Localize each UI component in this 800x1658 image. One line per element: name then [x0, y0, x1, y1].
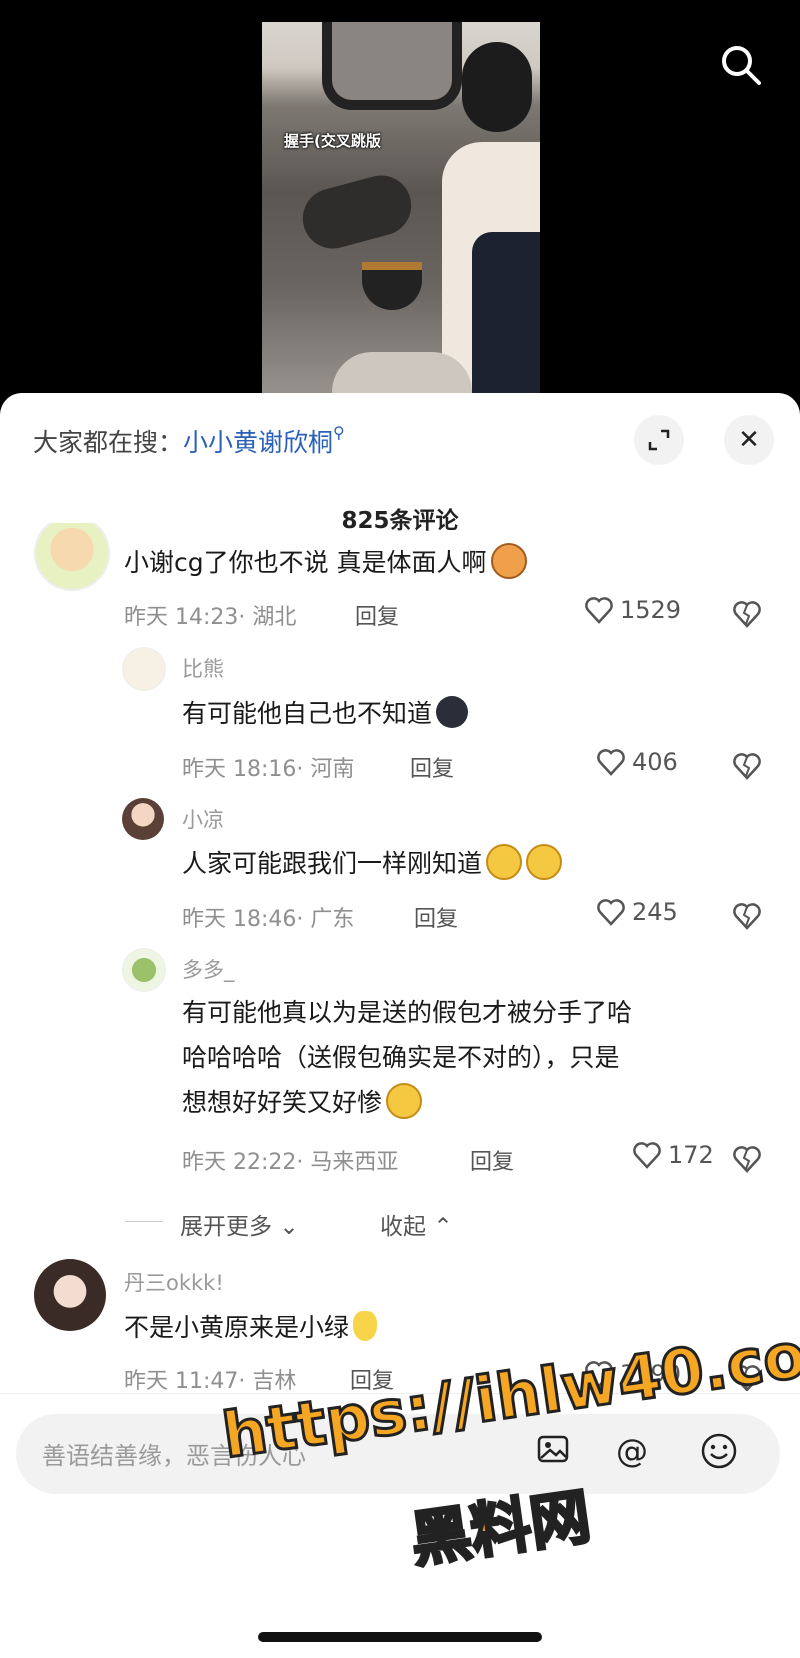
comment-text: 人家可能跟我们一样刚知道 [182, 841, 563, 886]
reply-button[interactable]: 回复 [410, 751, 454, 783]
at-icon: @ [616, 1432, 648, 1470]
close-button[interactable]: ✕ [724, 415, 774, 465]
expand-icon [648, 429, 670, 451]
like-button[interactable]: 1529 [584, 596, 681, 624]
reply-button[interactable]: 回复 [470, 1144, 514, 1176]
cry-emoji [386, 1083, 423, 1119]
like-count: 245 [632, 898, 678, 926]
username[interactable]: 多多_ [182, 954, 235, 984]
comment-list[interactable]: 小谢cg了你也不说 真是体面人啊 昨天 14:23· 湖北 回复 1529 比熊… [0, 523, 800, 1391]
video-frame[interactable]: 握手(交叉跳版 [262, 22, 540, 400]
mention-button[interactable]: @ [616, 1432, 648, 1470]
avatar[interactable] [34, 1259, 106, 1331]
comment-sheet: 大家都在搜：小小黄谢欣桐⚲ ✕ 825条评论 小谢cg了你也不说 真是体面人啊 … [0, 393, 800, 1658]
comment-meta: 昨天 14:23· 湖北 [124, 605, 297, 630]
laugh-emoji [486, 844, 523, 880]
comment-text-line: 有可能他真以为是送的假包才被分手了哈 [182, 998, 633, 1027]
home-indicator[interactable] [258, 1632, 542, 1642]
expand-sheet-button[interactable] [634, 415, 684, 465]
username[interactable]: 小凉 [182, 804, 224, 834]
username[interactable]: 比熊 [182, 653, 224, 683]
chevron-down-icon: ⌄ [279, 1214, 299, 1240]
image-icon[interactable] [536, 1432, 570, 1474]
close-icon: ✕ [738, 425, 760, 455]
avatar[interactable] [122, 948, 166, 992]
reply-button[interactable]: 回复 [355, 599, 399, 631]
like-button[interactable]: 172 [632, 1141, 714, 1169]
heart-icon [585, 597, 613, 624]
comment-text: 小谢cg了你也不说 真是体面人啊 [124, 540, 527, 585]
like-count: 1529 [620, 596, 682, 624]
bear-emoji [490, 543, 527, 579]
like-count: 172 [668, 1141, 714, 1169]
search-button[interactable] [718, 42, 764, 88]
heart-icon [597, 899, 625, 926]
comment-text: 不是小黄原来是小绿 [124, 1305, 378, 1350]
mirror-image [322, 22, 462, 110]
person-head-image [462, 42, 532, 132]
emoji-button[interactable] [700, 1432, 738, 1478]
video-caption: 握手(交叉跳版 [284, 132, 381, 150]
like-button[interactable]: 245 [596, 898, 678, 926]
comment-meta: 昨天 18:46· 广东 [182, 907, 355, 932]
smile-icon [701, 1433, 737, 1469]
dislike-icon[interactable] [732, 1144, 762, 1174]
search-icon [722, 46, 761, 85]
dog-image [296, 168, 418, 256]
trending-search[interactable]: 大家都在搜：小小黄谢欣桐⚲ [33, 423, 345, 459]
comment-meta: 昨天 18:16· 河南 [182, 757, 355, 782]
comment-text: 有可能他自己也不知道 [182, 691, 469, 736]
trending-link[interactable]: 小小黄谢欣桐 [183, 428, 333, 457]
like-button[interactable]: 406 [596, 748, 678, 776]
dislike-icon[interactable] [732, 599, 762, 629]
laugh-emoji [526, 844, 563, 880]
heart-emoji [353, 1311, 378, 1341]
reply-button[interactable]: 回复 [414, 901, 458, 933]
person-apron-image [472, 232, 540, 400]
video-player[interactable]: 握手(交叉跳版 [0, 0, 800, 400]
dislike-icon[interactable] [732, 751, 762, 781]
avatar[interactable] [34, 523, 110, 591]
avatar[interactable] [122, 798, 164, 840]
dislike-icon[interactable] [732, 901, 762, 931]
bowl-image [362, 262, 422, 310]
thread-divider [125, 1221, 163, 1222]
avatar[interactable] [122, 647, 166, 691]
comment-meta: 昨天 22:22· 马来西亚 [182, 1150, 399, 1175]
like-count: 406 [632, 748, 678, 776]
expand-more-button[interactable]: 展开更多 ⌄ [180, 1207, 299, 1241]
blob-emoji [436, 696, 469, 728]
heart-icon [633, 1142, 661, 1169]
comment-text: 想想好好笑又好惨 [182, 1080, 423, 1125]
small-search-icon: ⚲ [333, 423, 345, 442]
comment-text-line: 哈哈哈哈（送假包确实是不对的），只是 [182, 1043, 620, 1072]
chevron-up-icon: ⌃ [433, 1214, 453, 1240]
trending-prefix: 大家都在搜： [33, 428, 184, 457]
collapse-button[interactable]: 收起 ⌃ [380, 1207, 453, 1241]
comment-meta: 昨天 11:47· 吉林 [124, 1369, 297, 1391]
heart-icon [597, 749, 625, 776]
username[interactable]: 丹三okkk! [124, 1267, 224, 1297]
